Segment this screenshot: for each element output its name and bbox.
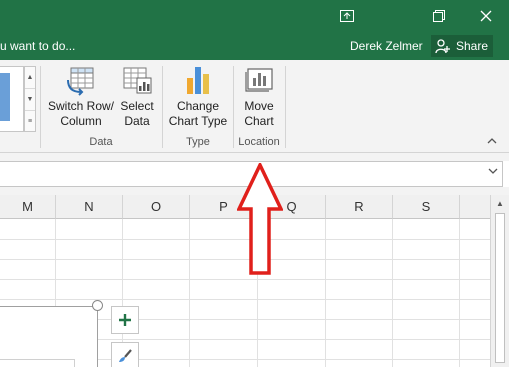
change-chart-type-icon: [187, 67, 209, 94]
move-chart-label-1: Move: [244, 99, 274, 113]
scroll-up-icon[interactable]: ▲: [494, 199, 506, 211]
chart-styles-gallery[interactable]: [0, 66, 24, 132]
tell-me-bar: u want to do... Derek Zelmer Share: [0, 32, 509, 60]
chart-styles-button[interactable]: [111, 342, 139, 367]
column-header-o[interactable]: O: [123, 195, 190, 219]
select-data-button[interactable]: Select Data: [118, 64, 156, 129]
move-chart-icon: [245, 68, 273, 92]
formula-bar-expand-icon[interactable]: [488, 167, 498, 178]
change-chart-type-button[interactable]: Change Chart Type: [167, 64, 229, 129]
move-chart-button[interactable]: Move Chart: [238, 64, 280, 129]
ribbon-display-icon: [340, 10, 354, 22]
group-separator: [40, 66, 41, 148]
share-person-icon: [435, 39, 450, 54]
column-header-r[interactable]: R: [326, 195, 393, 219]
group-label-data: Data: [89, 136, 113, 148]
column-header-s[interactable]: S: [393, 195, 460, 219]
move-chart-label-2: Chart: [244, 114, 274, 128]
group-separator: [162, 66, 163, 148]
close-icon: [480, 10, 492, 22]
change-chart-type-label-2: Chart Type: [168, 114, 228, 128]
select-data-label-1: Select: [120, 99, 154, 113]
embedded-chart[interactable]: [0, 306, 98, 367]
ribbon: ▲ ▼ ≡ Switch Row/ Column Select Data Dat…: [0, 60, 509, 153]
gallery-more-icon[interactable]: ≡: [25, 111, 35, 133]
grid-line: [392, 219, 393, 367]
switch-row-column-label-2: Column: [60, 114, 102, 128]
switch-row-column-button[interactable]: Switch Row/ Column: [46, 64, 116, 129]
user-name[interactable]: Derek Zelmer: [350, 39, 423, 53]
change-chart-type-label-1: Change: [176, 99, 220, 113]
title-bar: [0, 0, 509, 32]
switch-row-column-icon: [67, 67, 94, 96]
chart-resize-handle[interactable]: [92, 300, 103, 311]
chart-elements-button[interactable]: [111, 306, 139, 334]
select-data-label-2: Data: [124, 114, 150, 128]
tell-me-search[interactable]: u want to do...: [0, 39, 75, 53]
scrollbar-thumb[interactable]: [495, 213, 505, 363]
column-header-m[interactable]: M: [0, 195, 56, 219]
gallery-scroll[interactable]: ▲ ▼ ≡: [24, 66, 36, 132]
grid-line: [325, 219, 326, 367]
collapse-ribbon-icon[interactable]: [487, 136, 497, 148]
share-button[interactable]: Share: [431, 35, 493, 57]
restore-button[interactable]: [416, 0, 462, 32]
chart-styles-brush-icon: [119, 349, 132, 362]
vertical-scrollbar[interactable]: ▲: [490, 195, 509, 367]
ribbon-display-options-button[interactable]: [324, 0, 370, 32]
group-separator: [233, 66, 234, 148]
gallery-up-icon[interactable]: ▲: [25, 67, 35, 89]
restore-icon: [433, 10, 445, 22]
chart-elements-plus-icon: [119, 314, 131, 326]
column-header-n[interactable]: N: [56, 195, 123, 219]
column-header-overflow[interactable]: [460, 195, 490, 219]
grid-line: [459, 219, 460, 367]
chart-plot-area[interactable]: [0, 359, 75, 367]
formula-bar-gap: [0, 153, 509, 161]
share-label: Share: [456, 39, 489, 53]
grid-line: [0, 279, 490, 280]
grid-line: [189, 219, 190, 367]
up-arrow-annotation-icon: [237, 163, 283, 275]
switch-row-column-label-1: Switch Row/: [47, 99, 115, 113]
gallery-down-icon[interactable]: ▼: [25, 89, 35, 111]
grid-line: [0, 299, 490, 300]
group-label-location: Location: [238, 136, 280, 148]
select-data-icon: [123, 67, 152, 94]
group-label-type: Type: [186, 136, 210, 148]
group-separator: [285, 66, 286, 148]
close-button[interactable]: [463, 0, 509, 32]
